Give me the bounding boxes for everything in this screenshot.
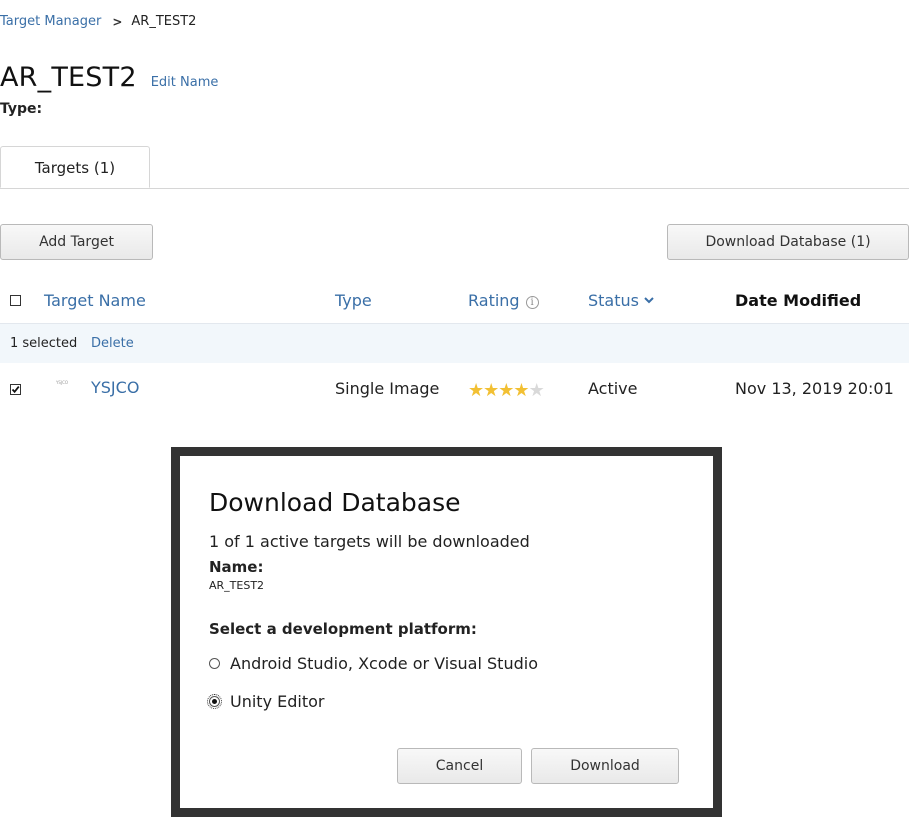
target-name-link[interactable]: YSJCO (91, 378, 139, 397)
star-empty-icon: ★ (528, 380, 545, 401)
breadcrumb-separator: > (112, 14, 123, 29)
column-header-status-label: Status (588, 291, 639, 310)
target-date-modified: Nov 13, 2019 20:01 (735, 379, 894, 398)
star-rating: ★★★★★ (468, 380, 545, 401)
radio-button-selected[interactable] (207, 694, 222, 709)
target-thumbnail: YSJCO (55, 380, 69, 385)
dialog-name-value: AR_TEST2 (209, 579, 265, 592)
select-all-checkbox[interactable] (10, 295, 21, 306)
target-manager-page: Target Manager > AR_TEST2 AR_TEST2 Edit … (0, 0, 923, 839)
title-row: AR_TEST2 Edit Name (0, 62, 218, 93)
platform-option-label: Android Studio, Xcode or Visual Studio (230, 654, 538, 673)
column-header-date-modified[interactable]: Date Modified (735, 291, 861, 310)
star-icon: ★ (468, 380, 484, 401)
star-icon: ★ (498, 380, 514, 401)
checkmark-icon (11, 386, 20, 394)
star-icon: ★ (513, 380, 529, 401)
chevron-down-icon (644, 297, 654, 304)
add-target-button[interactable]: Add Target (0, 224, 153, 260)
column-header-target-name[interactable]: Target Name (44, 291, 146, 310)
breadcrumb-target-manager-link[interactable]: Target Manager (0, 14, 101, 29)
dialog-title: Download Database (209, 488, 461, 517)
download-database-button[interactable]: Download Database (1) (667, 224, 909, 260)
platform-label: Select a development platform: (209, 620, 477, 638)
target-type: Single Image (335, 379, 440, 398)
tab-targets[interactable]: Targets (1) (0, 146, 150, 188)
dialog-name-label: Name: (209, 558, 264, 576)
column-header-status[interactable]: Status (588, 291, 654, 310)
column-header-rating-label: Rating (468, 291, 520, 310)
target-status: Active (588, 379, 638, 398)
selection-bar: 1 selected Delete (0, 323, 909, 363)
platform-option-label: Unity Editor (230, 692, 325, 711)
edit-name-link[interactable]: Edit Name (151, 75, 219, 90)
cancel-button[interactable]: Cancel (397, 748, 522, 784)
page-title: AR_TEST2 (0, 62, 137, 93)
column-header-rating[interactable]: Rating i (468, 291, 539, 310)
platform-option-unity-editor[interactable]: Unity Editor (207, 692, 325, 711)
download-database-dialog: Download Database 1 of 1 active targets … (171, 447, 722, 817)
radio-button[interactable] (209, 658, 220, 669)
info-icon[interactable]: i (525, 296, 539, 309)
dialog-subtitle: 1 of 1 active targets will be downloaded (209, 532, 530, 551)
breadcrumb-current: AR_TEST2 (131, 14, 197, 29)
delete-link[interactable]: Delete (91, 336, 134, 351)
breadcrumb: Target Manager > AR_TEST2 (0, 14, 196, 29)
download-button[interactable]: Download (531, 748, 679, 784)
tab-bar: Targets (1) (0, 146, 909, 189)
row-checkbox[interactable] (10, 384, 21, 395)
star-icon: ★ (483, 380, 499, 401)
platform-option-android-xcode-vs[interactable]: Android Studio, Xcode or Visual Studio (209, 654, 538, 673)
column-header-type[interactable]: Type (335, 291, 372, 310)
type-label: Type: (0, 101, 43, 117)
selection-count: 1 selected (10, 336, 78, 351)
